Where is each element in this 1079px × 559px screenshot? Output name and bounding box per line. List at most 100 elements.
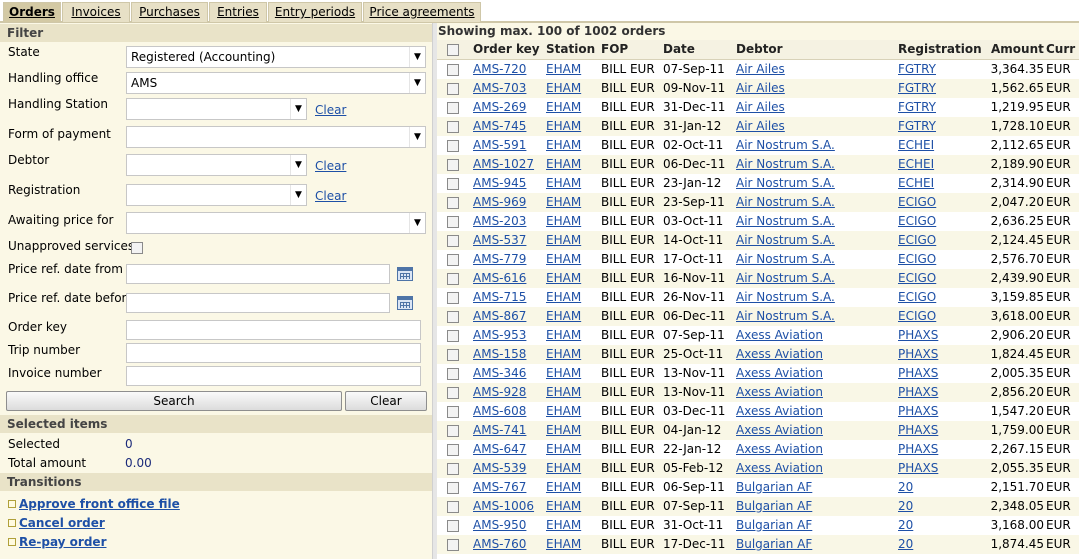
debtor-link[interactable]: Air Ailes	[736, 62, 785, 76]
row-checkbox[interactable]	[447, 444, 459, 456]
station-link[interactable]: EHAM	[546, 195, 581, 209]
table-row[interactable]: AMS-779 EHAM BILL EUR 17-Oct-11 Air Nostrum …	[437, 250, 1079, 269]
order-key-link[interactable]: AMS-928	[473, 385, 526, 399]
table-row[interactable]: AMS-767 EHAM BILL EUR 06-Sep-11 Bulgarian AF…	[437, 478, 1079, 497]
station-link[interactable]: EHAM	[546, 328, 581, 342]
tab-price-agreements[interactable]: Price agreements	[363, 2, 481, 22]
registration-link[interactable]: ECHEI	[898, 138, 934, 152]
order-key-link[interactable]: AMS-158	[473, 347, 526, 361]
registration-link[interactable]: PHAXS	[898, 328, 938, 342]
registration-link[interactable]: 20	[898, 480, 913, 494]
row-checkbox[interactable]	[447, 102, 459, 114]
select-all-checkbox[interactable]	[447, 44, 459, 56]
debtor-link[interactable]: Bulgarian AF	[736, 518, 812, 532]
registration-link[interactable]: PHAXS	[898, 442, 938, 456]
table-row[interactable]: AMS-928 EHAM BILL EUR 13-Nov-11 Axess Aviati…	[437, 383, 1079, 402]
order-key-link[interactable]: AMS-1006	[473, 499, 534, 513]
station-link[interactable]: EHAM	[546, 271, 581, 285]
table-row[interactable]: AMS-1006 EHAM BILL EUR 07-Sep-11 Bulgarian A…	[437, 497, 1079, 516]
chevron-down-icon[interactable]: ▼	[409, 127, 425, 147]
unapproved-services-checkbox[interactable]	[131, 242, 143, 254]
debtor-link[interactable]: Air Nostrum S.A.	[736, 233, 835, 247]
table-row[interactable]: AMS-608 EHAM BILL EUR 03-Dec-11 Axess Aviati…	[437, 402, 1079, 421]
row-checkbox[interactable]	[447, 273, 459, 285]
station-link[interactable]: EHAM	[546, 461, 581, 475]
row-checkbox[interactable]	[447, 216, 459, 228]
tab-purchases[interactable]: Purchases	[131, 2, 208, 22]
order-key-link[interactable]: AMS-950	[473, 518, 526, 532]
registration-link[interactable]: FGTRY	[898, 119, 936, 133]
registration-link[interactable]: PHAXS	[898, 461, 938, 475]
table-row[interactable]: AMS-715 EHAM BILL EUR 26-Nov-11 Air Nostrum …	[437, 288, 1079, 307]
table-row[interactable]: AMS-703 EHAM BILL EUR 09-Nov-11 Air Ailes FGT…	[437, 79, 1079, 98]
order-key-link[interactable]: AMS-945	[473, 176, 526, 190]
row-checkbox[interactable]	[447, 64, 459, 76]
debtor-link[interactable]: Axess Aviation	[736, 404, 823, 418]
station-link[interactable]: EHAM	[546, 214, 581, 228]
trip-number-input[interactable]	[126, 343, 421, 363]
debtor-link[interactable]: Air Nostrum S.A.	[736, 214, 835, 228]
debtor-clear-link[interactable]: Clear	[315, 159, 346, 173]
registration-link[interactable]: ECIGO	[898, 309, 936, 323]
row-checkbox[interactable]	[447, 330, 459, 342]
debtor-link[interactable]: Axess Aviation	[736, 442, 823, 456]
transition-link[interactable]: Re-pay order	[19, 535, 107, 549]
column-header-amount[interactable]: Amount	[991, 42, 1044, 56]
registration-link[interactable]: PHAXS	[898, 366, 938, 380]
station-link[interactable]: EHAM	[546, 499, 581, 513]
row-checkbox[interactable]	[447, 159, 459, 171]
order-key-link[interactable]: AMS-779	[473, 252, 526, 266]
registration-link[interactable]: ECIGO	[898, 233, 936, 247]
station-link[interactable]: EHAM	[546, 423, 581, 437]
debtor-link[interactable]: Axess Aviation	[736, 385, 823, 399]
price-date-from-input[interactable]	[126, 264, 390, 284]
order-key-link[interactable]: AMS-591	[473, 138, 526, 152]
table-row[interactable]: AMS-867 EHAM BILL EUR 06-Dec-11 Air Nostrum …	[437, 307, 1079, 326]
debtor-link[interactable]: Axess Aviation	[736, 328, 823, 342]
station-link[interactable]: EHAM	[546, 518, 581, 532]
debtor-link[interactable]: Axess Aviation	[736, 423, 823, 437]
registration-link[interactable]: ECHEI	[898, 176, 934, 190]
table-row[interactable]: AMS-969 EHAM BILL EUR 23-Sep-11 Air Nostrum …	[437, 193, 1079, 212]
registration-clear-link[interactable]: Clear	[315, 189, 346, 203]
station-link[interactable]: EHAM	[546, 442, 581, 456]
debtor-link[interactable]: Bulgarian AF	[736, 480, 812, 494]
station-link[interactable]: EHAM	[546, 385, 581, 399]
table-row[interactable]: AMS-591 EHAM BILL EUR 02-Oct-11 Air Nostrum …	[437, 136, 1079, 155]
debtor-link[interactable]: Air Nostrum S.A.	[736, 195, 835, 209]
registration-link[interactable]: ECIGO	[898, 271, 936, 285]
station-link[interactable]: EHAM	[546, 100, 581, 114]
station-link[interactable]: EHAM	[546, 290, 581, 304]
column-header-order-key[interactable]: Order key	[473, 42, 540, 56]
order-key-link[interactable]: AMS-269	[473, 100, 526, 114]
row-checkbox[interactable]	[447, 368, 459, 380]
row-checkbox[interactable]	[447, 463, 459, 475]
order-key-link[interactable]: AMS-745	[473, 119, 526, 133]
order-key-link[interactable]: AMS-953	[473, 328, 526, 342]
row-checkbox[interactable]	[447, 178, 459, 190]
order-key-link[interactable]: AMS-346	[473, 366, 526, 380]
debtor-link[interactable]: Bulgarian AF	[736, 499, 812, 513]
station-link[interactable]: EHAM	[546, 138, 581, 152]
registration-link[interactable]: 20	[898, 499, 913, 513]
transition-link[interactable]: Cancel order	[19, 516, 105, 530]
order-key-link[interactable]: AMS-537	[473, 233, 526, 247]
order-key-link[interactable]: AMS-720	[473, 62, 526, 76]
order-key-link[interactable]: AMS-1027	[473, 157, 534, 171]
order-key-link[interactable]: AMS-616	[473, 271, 526, 285]
station-link[interactable]: EHAM	[546, 404, 581, 418]
station-link[interactable]: EHAM	[546, 309, 581, 323]
debtor-link[interactable]: Air Nostrum S.A.	[736, 138, 835, 152]
debtor-select[interactable]: ▼	[126, 154, 307, 176]
registration-link[interactable]: 20	[898, 518, 913, 532]
debtor-link[interactable]: Axess Aviation	[736, 366, 823, 380]
tab-invoices[interactable]: Invoices	[62, 2, 130, 22]
order-key-link[interactable]: AMS-741	[473, 423, 526, 437]
debtor-link[interactable]: Air Nostrum S.A.	[736, 157, 835, 171]
station-link[interactable]: EHAM	[546, 157, 581, 171]
row-checkbox[interactable]	[447, 121, 459, 133]
table-row[interactable]: AMS-269 EHAM BILL EUR 31-Dec-11 Air Ailes FGT…	[437, 98, 1079, 117]
debtor-link[interactable]: Air Nostrum S.A.	[736, 290, 835, 304]
registration-select[interactable]: ▼	[126, 184, 307, 206]
table-row[interactable]: AMS-203 EHAM BILL EUR 03-Oct-11 Air Nostrum …	[437, 212, 1079, 231]
